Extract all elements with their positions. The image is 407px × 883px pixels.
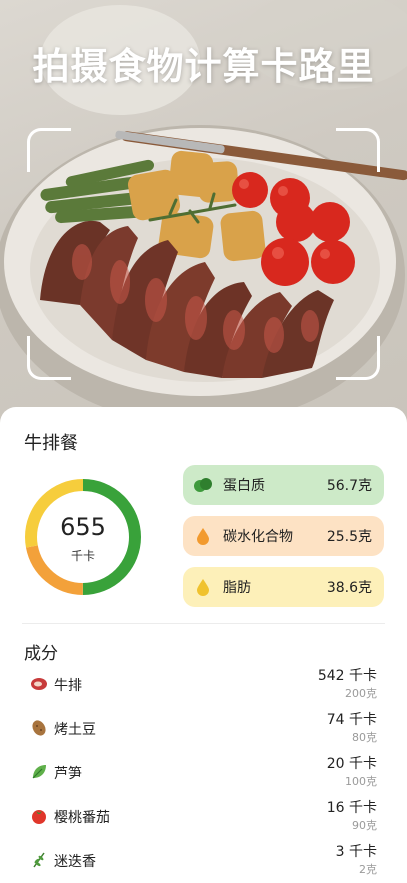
list-item[interactable]: 牛排 542 千卡 200克 bbox=[0, 665, 407, 709]
ingredient-weight: 80克 bbox=[352, 731, 377, 744]
ingredient-weight: 100克 bbox=[345, 775, 377, 788]
macro-protein-label: 蛋白质 bbox=[223, 478, 265, 494]
carb-drop-icon bbox=[193, 526, 213, 546]
hero-title: 拍摄食物计算卡路里 bbox=[32, 45, 375, 88]
list-item[interactable]: 烤土豆 74 千卡 80克 bbox=[0, 709, 407, 753]
ingredient-calories: 542 千卡 bbox=[317, 668, 377, 684]
macro-fat-label: 脂肪 bbox=[223, 580, 251, 596]
ingredient-weight: 2克 bbox=[359, 863, 377, 876]
ingredient-list: 牛排 542 千卡 200克 烤土豆 74 千卡 80克 芦笋 20 千卡 10… bbox=[0, 665, 407, 883]
ingredient-name: 芦笋 bbox=[54, 766, 82, 782]
potato-icon bbox=[30, 719, 48, 737]
ingredient-weight: 90克 bbox=[352, 819, 377, 832]
herb-icon bbox=[30, 851, 48, 869]
ingredient-name: 烤土豆 bbox=[54, 722, 96, 738]
calorie-total: 655 bbox=[60, 513, 106, 541]
fat-drop-icon bbox=[193, 577, 213, 597]
ingredient-weight: 200克 bbox=[345, 687, 377, 700]
tomato-icon bbox=[30, 807, 48, 825]
calorie-unit: 千卡 bbox=[70, 549, 95, 563]
macro-carb-label: 碳水化合物 bbox=[223, 529, 293, 545]
list-item[interactable]: 樱桃番茄 16 千卡 90克 bbox=[0, 797, 407, 841]
section-divider bbox=[22, 623, 385, 624]
food-photo-area: 拍摄食物计算卡路里 bbox=[0, 0, 407, 430]
ingredients-title: 成分 bbox=[24, 644, 58, 664]
ingredient-calories: 20 千卡 bbox=[326, 756, 377, 772]
macro-protein-value: 56.7克 bbox=[326, 478, 372, 494]
macro-carb-value: 25.5克 bbox=[326, 529, 372, 545]
list-item[interactable]: 芦笋 20 千卡 100克 bbox=[0, 753, 407, 797]
protein-icon bbox=[193, 475, 213, 495]
scan-frame-corner-top-right bbox=[336, 128, 380, 172]
ingredient-name: 牛排 bbox=[54, 678, 82, 694]
meal-name: 牛排餐 bbox=[24, 433, 78, 454]
macro-fat: 脂肪 38.6克 bbox=[183, 567, 384, 607]
ingredient-calories: 74 千卡 bbox=[326, 712, 377, 728]
nutrition-result-sheet: 牛排餐 655 千卡 蛋白质 56.7克 碳水化合物 25.5克 脂肪 38.6… bbox=[0, 407, 407, 883]
scan-frame-corner-top-left bbox=[27, 128, 71, 172]
macro-fat-value: 38.6克 bbox=[326, 580, 372, 596]
macro-carb: 碳水化合物 25.5克 bbox=[183, 516, 384, 556]
list-item[interactable]: 迷迭香 3 千卡 2克 bbox=[0, 841, 407, 883]
ingredient-calories: 3 千卡 bbox=[335, 844, 377, 860]
ingredient-calories: 16 千卡 bbox=[326, 800, 377, 816]
ingredient-name: 樱桃番茄 bbox=[54, 810, 110, 826]
macro-protein: 蛋白质 56.7克 bbox=[183, 465, 384, 505]
meat-icon bbox=[30, 675, 48, 693]
ingredient-name: 迷迭香 bbox=[54, 854, 96, 870]
calorie-ring: 655 千卡 bbox=[21, 475, 145, 599]
leafy-green-icon bbox=[30, 763, 48, 781]
scan-frame-corner-bottom-left bbox=[27, 336, 71, 380]
scan-frame-corner-bottom-right bbox=[336, 336, 380, 380]
